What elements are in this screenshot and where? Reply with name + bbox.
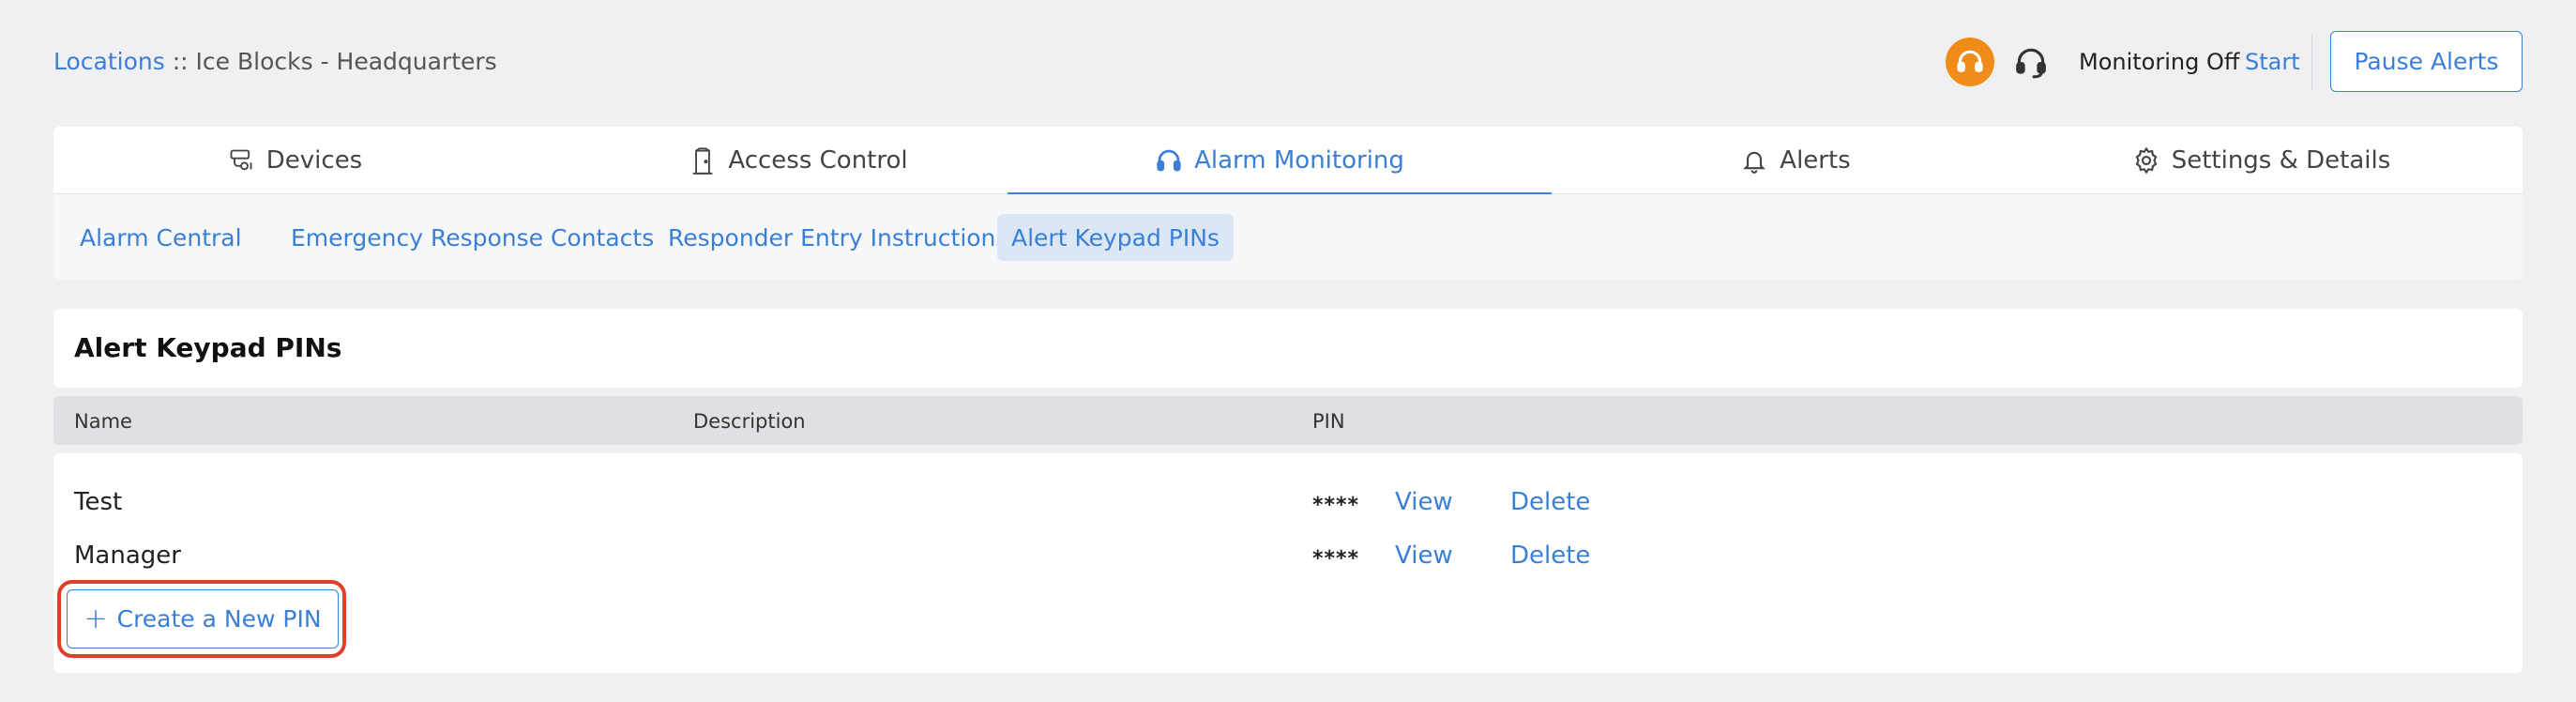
breadcrumb-locations-link[interactable]: Locations [53,48,165,75]
column-header-pin: PIN [1312,410,1345,433]
create-new-pin-button[interactable]: + Create a New PIN [67,589,339,649]
section-title: Alert Keypad PINs [74,332,342,363]
breadcrumb-current: Ice Blocks - Headquarters [195,48,497,75]
tab-alerts[interactable]: Alerts [1552,127,2039,194]
view-link[interactable]: View [1395,541,1453,571]
row-name: Manager [74,542,181,570]
headset-icon [1155,146,1183,175]
table-header: Name Description PIN [53,396,2523,445]
tab-devices[interactable]: Devices [53,127,536,194]
start-monitoring-link[interactable]: Start [2245,47,2300,77]
delete-link[interactable]: Delete [1510,487,1590,517]
subtab-alarm-central[interactable]: Alarm Central [66,214,256,261]
row-name: Test [74,488,123,516]
tab-devices-label: Devices [265,146,363,175]
pins-table: Test **** View Delete Manager **** View … [53,453,2523,673]
table-row: Test **** View Delete [53,480,2523,525]
delete-link[interactable]: Delete [1510,541,1590,571]
tab-settings-details-label: Settings & Details [2171,146,2391,175]
tab-access-control-label: Access Control [728,146,908,175]
header-divider [2311,34,2312,90]
tab-alerts-label: Alerts [1780,146,1851,175]
row-pin: **** [1312,547,1360,571]
subtab-emergency-response-contacts[interactable]: Emergency Response Contacts [277,214,668,261]
column-header-description: Description [693,410,806,433]
breadcrumb: Locations :: Ice Blocks - Headquarters [53,47,497,77]
monitoring-badge-icon[interactable] [1946,38,1994,86]
subtab-responder-entry-instructions[interactable]: Responder Entry Instructions [654,214,1022,261]
tab-access-control[interactable]: Access Control [536,127,1061,194]
column-header-name: Name [74,410,132,433]
breadcrumb-separator: :: [172,48,189,75]
devices-icon [227,146,255,175]
subtab-alert-keypad-pins[interactable]: Alert Keypad PINs [997,214,1234,261]
door-icon [689,146,717,175]
headset-icon[interactable] [2008,39,2053,84]
tab-alarm-monitoring[interactable]: Alarm Monitoring [1008,127,1552,195]
gear-icon [2132,146,2160,175]
table-row: Manager **** View Delete [53,533,2523,578]
row-pin: **** [1312,494,1360,517]
tab-alarm-monitoring-label: Alarm Monitoring [1194,146,1404,175]
sub-tabs: Alarm Central Emergency Response Contact… [53,194,2523,280]
create-new-pin-label: Create a New PIN [116,605,322,633]
bell-icon [1740,146,1768,175]
monitoring-status: Monitoring Off [2079,49,2240,75]
pause-alerts-button[interactable]: Pause Alerts [2330,31,2523,92]
view-link[interactable]: View [1395,487,1453,517]
plus-icon: + [83,602,108,635]
section-header: Alert Keypad PINs [53,309,2523,388]
tab-settings-details[interactable]: Settings & Details [2000,127,2523,194]
main-tabs: Devices Access Control Alarm Monitoring [53,127,2523,195]
